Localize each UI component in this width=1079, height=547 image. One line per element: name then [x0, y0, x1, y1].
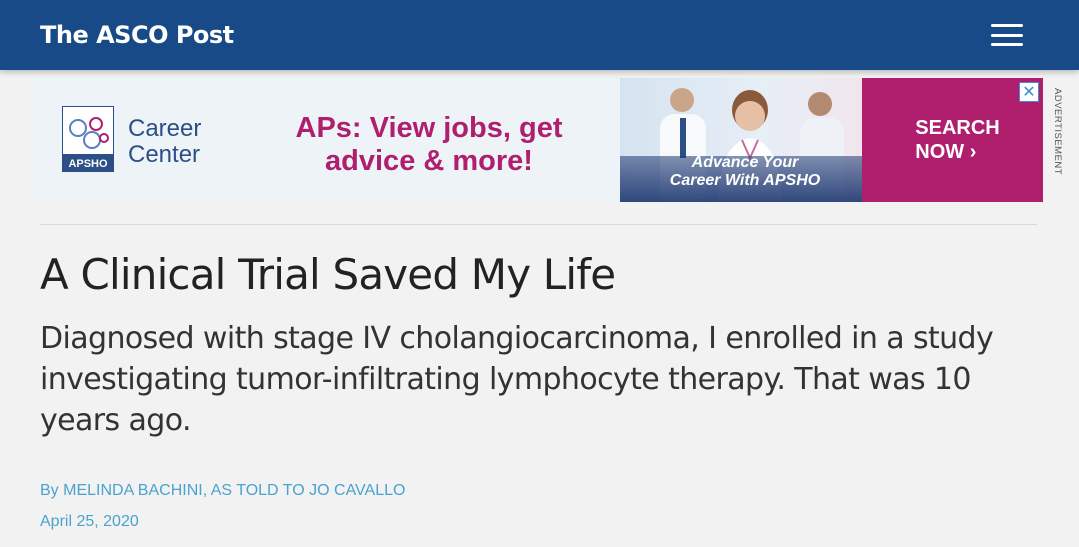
ad-tagline-line-2: Career With APSHO: [669, 172, 821, 189]
ad-headline-line-2: advice & more!: [325, 145, 533, 177]
apsho-logo-icon: APSHO: [62, 106, 114, 172]
cta-now-label: NOW: [915, 141, 965, 163]
divider: [40, 224, 1037, 225]
menu-bar: [991, 24, 1023, 27]
apsho-logo-label: APSHO: [68, 158, 108, 170]
menu-bar: [991, 33, 1023, 37]
ad-photo: Advance Your Career With APSHO: [620, 78, 862, 202]
center-line: Center: [128, 141, 201, 168]
cta-line-1: SEARCH: [915, 117, 1000, 139]
ad-headline-line-1: APs: View jobs, get: [295, 112, 563, 144]
chevron-right-icon: ›: [969, 141, 977, 163]
article-date: April 25, 2020: [40, 513, 139, 530]
ad-tagline: Advance Your Career With APSHO: [660, 154, 830, 190]
ad-tagline-line-1: Advance Your: [691, 154, 799, 171]
cta-line-2: NOW ›: [915, 140, 999, 164]
menu-bar: [991, 43, 1023, 46]
advertisement-label: ADVERTISEMENT: [1052, 88, 1063, 176]
career-center-label: Career Center: [128, 116, 258, 168]
advertisement-banner[interactable]: APSHO Career Center APs: View jobs, get …: [34, 78, 1043, 202]
hamburger-menu-icon[interactable]: [991, 24, 1023, 46]
career-line: Career: [128, 115, 202, 142]
article-subtitle: Diagnosed with stage IV cholangiocarcino…: [40, 321, 994, 438]
site-logo[interactable]: The ASCO Post: [40, 21, 234, 49]
search-now-button[interactable]: SEARCH NOW ›: [862, 78, 1043, 202]
ad-close-icon[interactable]: ✕: [1019, 82, 1039, 102]
site-header: The ASCO Post: [0, 0, 1079, 70]
article-byline[interactable]: By MELINDA BACHINI, AS TOLD TO JO CAVALL…: [40, 482, 405, 500]
article-title: A Clinical Trial Saved My Life: [40, 250, 616, 299]
ad-headline: APs: View jobs, get advice & more!: [279, 112, 579, 178]
